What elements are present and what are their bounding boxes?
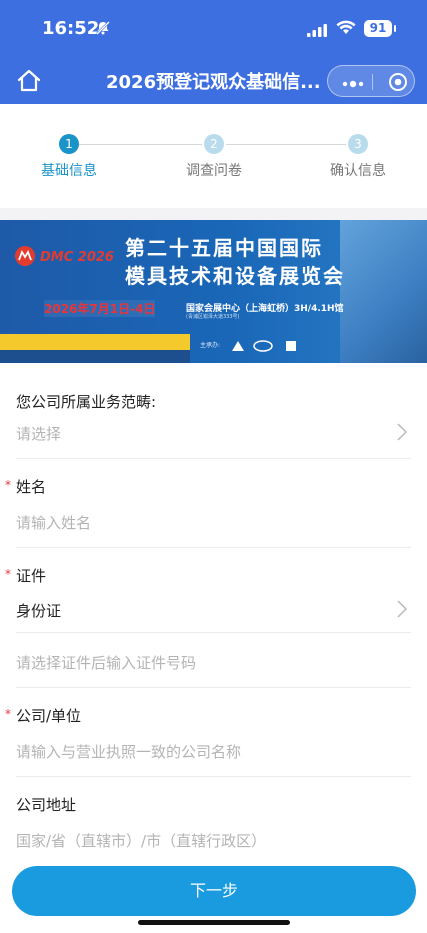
id-number-input[interactable]: 请选择证件后输入证件号码 xyxy=(16,652,196,673)
section-gap xyxy=(0,208,427,220)
business-scope-select[interactable]: 请选择 xyxy=(16,423,61,444)
home-indicator xyxy=(138,920,290,925)
company-label: 公司/单位 xyxy=(16,707,82,725)
divider xyxy=(16,632,411,633)
chevron-right-icon xyxy=(397,423,408,445)
step-label: 调查问卷 xyxy=(186,163,242,179)
step-3: 3 确认信息 xyxy=(318,134,398,180)
dmc-logo-text: DMC 2026 xyxy=(40,250,114,265)
cellular-signal-icon xyxy=(307,22,329,41)
name-field[interactable]: * 姓名 请输入姓名 xyxy=(0,459,427,548)
battery-indicator: 91 xyxy=(364,20,396,37)
required-mark: * xyxy=(5,707,11,721)
step-number: 3 xyxy=(348,134,368,154)
banner-stripe xyxy=(0,334,190,350)
banner-stripe-dark xyxy=(0,350,190,363)
close-miniprogram-icon[interactable] xyxy=(388,72,408,96)
mini-program-capsule xyxy=(327,65,415,97)
chevron-right-icon[interactable] xyxy=(397,600,408,622)
company-input[interactable]: 请输入与营业执照一致的公司名称 xyxy=(16,741,241,762)
capsule-divider xyxy=(372,74,373,90)
status-time: 16:52 xyxy=(42,18,100,39)
step-2: 2 调查问卷 xyxy=(174,134,254,180)
banner-title-line2: 模具技术和设备展览会 xyxy=(125,264,345,288)
bell-muted-icon xyxy=(95,20,111,40)
name-input[interactable]: 请输入姓名 xyxy=(16,512,91,533)
required-mark: * xyxy=(5,478,11,492)
company-address-label: 公司地址 xyxy=(16,796,77,814)
company-address-field[interactable]: 公司地址 国家/省（直辖市）/市（直辖行政区） xyxy=(0,777,427,857)
company-field[interactable]: * 公司/单位 请输入与营业执照一致的公司名称 xyxy=(0,688,427,777)
exhibition-banner: DMC 2026 第二十五届中国国际 模具技术和设备展览会 2026年7月1日-… xyxy=(0,220,427,363)
sponsor-logos-icon xyxy=(230,338,300,357)
step-label: 基础信息 xyxy=(41,163,97,179)
id-document-field: * 证件 身份证 请选择证件后输入证件号码 xyxy=(0,548,427,688)
home-icon[interactable] xyxy=(14,66,44,96)
id-type-select[interactable]: 身份证 xyxy=(16,600,61,621)
business-scope-field[interactable]: 您公司所属业务范畴: 请选择 xyxy=(0,363,427,459)
banner-address: (青浦区崧泽大道333号) xyxy=(186,314,240,320)
machine-graphic xyxy=(340,220,427,363)
next-step-button[interactable]: 下一步 xyxy=(12,866,416,916)
business-scope-label: 您公司所属业务范畴: xyxy=(16,393,157,411)
step-1: 1 基础信息 xyxy=(29,134,109,180)
required-mark: * xyxy=(5,567,11,581)
status-bar: 16:52 91 xyxy=(0,0,427,58)
step-label: 确认信息 xyxy=(330,163,386,179)
top-header: 16:52 91 2026预登记观众基础信... xyxy=(0,0,427,104)
banner-host-label: 主承办: xyxy=(200,342,221,349)
id-document-label: 证件 xyxy=(16,567,47,585)
banner-date: 2026年7月1日-4日 xyxy=(44,300,156,317)
bottom-bar: 下一步 xyxy=(0,848,427,933)
banner-title-line1: 第二十五届中国国际 xyxy=(125,236,323,260)
nav-bar: 2026预登记观众基础信... xyxy=(0,58,427,104)
step-number: 1 xyxy=(59,134,79,154)
dmc-logo-icon xyxy=(14,245,36,271)
step-indicator: 1 基础信息 2 调查问卷 3 确认信息 xyxy=(0,104,427,208)
page-title: 2026预登记观众基础信... xyxy=(106,72,321,93)
wifi-icon xyxy=(336,20,356,39)
more-icon[interactable] xyxy=(342,75,364,94)
name-label: 姓名 xyxy=(16,478,47,496)
step-number: 2 xyxy=(204,134,224,154)
